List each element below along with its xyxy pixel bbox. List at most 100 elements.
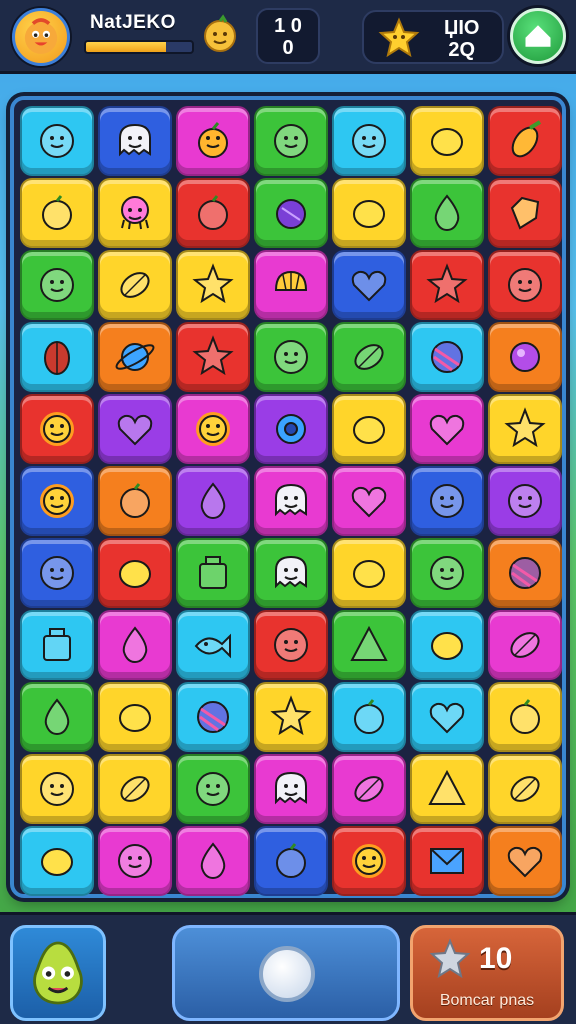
board-tile[interactable] xyxy=(410,610,484,680)
board-tile[interactable] xyxy=(176,322,250,392)
board-tile[interactable] xyxy=(254,610,328,680)
board-tile[interactable] xyxy=(176,754,250,824)
board-tile[interactable] xyxy=(176,394,250,464)
board-tile[interactable] xyxy=(20,466,94,536)
shell-icon xyxy=(274,270,308,291)
booster-button[interactable]: 10 Bomcar pnas xyxy=(410,925,564,1021)
board-tile[interactable] xyxy=(254,178,328,248)
board-tile[interactable] xyxy=(488,106,562,176)
board-tile[interactable] xyxy=(20,394,94,464)
board-tile[interactable] xyxy=(98,106,172,176)
board-tile[interactable] xyxy=(410,754,484,824)
board-tile[interactable] xyxy=(332,610,406,680)
lemon-icon xyxy=(353,560,385,588)
lemon-icon xyxy=(119,560,151,588)
board-tile[interactable] xyxy=(20,538,94,608)
board-tile[interactable] xyxy=(98,538,172,608)
board-tile[interactable] xyxy=(332,682,406,752)
bird-avatar-icon xyxy=(24,18,58,55)
board-tile[interactable] xyxy=(98,610,172,680)
face-icon xyxy=(274,628,308,662)
board-tile[interactable] xyxy=(332,394,406,464)
board-tile[interactable] xyxy=(20,106,94,176)
board-tile[interactable] xyxy=(20,250,94,320)
board-tile[interactable] xyxy=(488,178,562,248)
board-tile[interactable] xyxy=(176,538,250,608)
board-tile[interactable] xyxy=(20,682,94,752)
board-tile[interactable] xyxy=(332,466,406,536)
board-tile[interactable] xyxy=(254,250,328,320)
board-tile[interactable] xyxy=(254,826,328,896)
board-tile[interactable] xyxy=(20,178,94,248)
heart-icon xyxy=(117,414,153,446)
board-tile[interactable] xyxy=(176,826,250,896)
board-tile[interactable] xyxy=(176,250,250,320)
board-tile[interactable] xyxy=(98,394,172,464)
board-tile[interactable] xyxy=(98,250,172,320)
board-tile[interactable] xyxy=(176,466,250,536)
mascot-button[interactable] xyxy=(10,925,106,1021)
board-tile[interactable] xyxy=(20,754,94,824)
board-tile[interactable] xyxy=(488,466,562,536)
board-tile[interactable] xyxy=(332,538,406,608)
home-button[interactable] xyxy=(510,8,566,64)
board-tile[interactable] xyxy=(332,178,406,248)
board-tile[interactable] xyxy=(98,754,172,824)
board-tile[interactable] xyxy=(410,394,484,464)
board-tile[interactable] xyxy=(176,106,250,176)
board-tile[interactable] xyxy=(254,322,328,392)
board-tile[interactable] xyxy=(410,538,484,608)
board-tile[interactable] xyxy=(488,538,562,608)
tile-grid xyxy=(20,106,562,896)
face-icon xyxy=(118,844,152,878)
board-tile[interactable] xyxy=(488,250,562,320)
board-tile[interactable] xyxy=(20,610,94,680)
board-tile[interactable] xyxy=(410,178,484,248)
ball-icon xyxy=(509,557,541,589)
board-tile[interactable] xyxy=(98,466,172,536)
sun-icon xyxy=(40,412,74,446)
board-tile[interactable] xyxy=(410,250,484,320)
board-tile[interactable] xyxy=(254,106,328,176)
board-tile[interactable] xyxy=(98,322,172,392)
board-tile[interactable] xyxy=(332,754,406,824)
drop-icon xyxy=(200,482,226,520)
board-tile[interactable] xyxy=(98,178,172,248)
board-tile[interactable] xyxy=(332,826,406,896)
board-tile[interactable] xyxy=(488,394,562,464)
board-tile[interactable] xyxy=(410,106,484,176)
board-tile[interactable] xyxy=(254,682,328,752)
fruit-coin-icon[interactable] xyxy=(200,14,240,54)
board-tile[interactable] xyxy=(254,394,328,464)
board-tile[interactable] xyxy=(488,610,562,680)
shuffle-button[interactable] xyxy=(172,925,400,1021)
board-tile[interactable] xyxy=(488,322,562,392)
board-tile[interactable] xyxy=(20,826,94,896)
board-tile[interactable] xyxy=(254,538,328,608)
board-tile[interactable] xyxy=(332,106,406,176)
board-tile[interactable] xyxy=(332,250,406,320)
board-tile[interactable] xyxy=(98,682,172,752)
board-tile[interactable] xyxy=(176,610,250,680)
board-tile[interactable] xyxy=(176,178,250,248)
board-tile[interactable] xyxy=(410,466,484,536)
player-avatar[interactable] xyxy=(12,8,70,66)
board-tile[interactable] xyxy=(488,754,562,824)
board-tile[interactable] xyxy=(488,682,562,752)
board-tile[interactable] xyxy=(98,826,172,896)
board-tile[interactable] xyxy=(254,754,328,824)
silver-star-icon xyxy=(429,938,471,980)
ghost-icon xyxy=(275,555,307,589)
board-tile[interactable] xyxy=(410,826,484,896)
diamond-icon xyxy=(510,196,540,230)
face-icon xyxy=(274,340,308,374)
board-tile[interactable] xyxy=(488,826,562,896)
board-tile[interactable] xyxy=(20,322,94,392)
booster-label: Bomcar pnas xyxy=(439,992,535,1009)
octopus-icon xyxy=(121,196,149,230)
board-tile[interactable] xyxy=(410,682,484,752)
board-tile[interactable] xyxy=(254,466,328,536)
board-tile[interactable] xyxy=(176,682,250,752)
board-tile[interactable] xyxy=(332,322,406,392)
board-tile[interactable] xyxy=(410,322,484,392)
